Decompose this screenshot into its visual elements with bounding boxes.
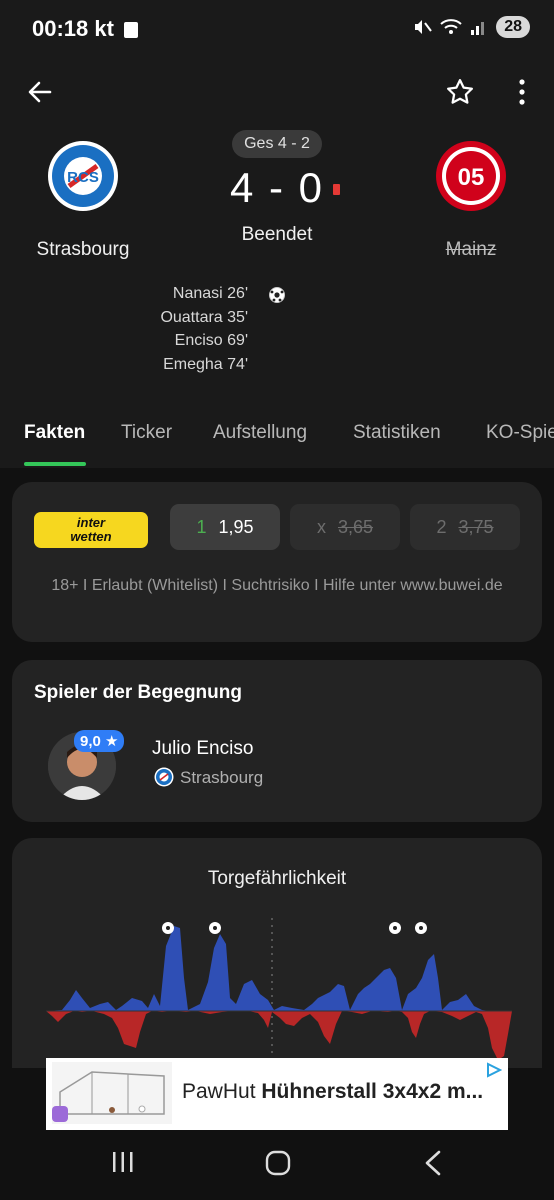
scorer-item: Emegha 74' (163, 355, 248, 373)
mute-icon (415, 20, 433, 34)
player-of-match-card[interactable]: Spieler der Begegnung 9,0 ★ Julio Enciso… (12, 660, 542, 822)
away-team-name: Mainz (445, 239, 497, 260)
player-name: Julio Enciso (152, 738, 254, 759)
gambling-disclaimer: 18+ I Erlaubt (Whitelist) I Suchtrisiko … (51, 577, 503, 594)
signal-icon (471, 22, 485, 35)
star-icon: ★ (105, 733, 119, 750)
aggregate-score: Ges 4 - 2 (232, 130, 322, 158)
tab-statistiken[interactable]: Statistiken (353, 422, 441, 444)
tab-bar: Fakten Ticker Aufstellung Statistiken KO… (0, 410, 554, 468)
ad-text: PawHut Hühnerstall 3x4x2 m... (182, 1080, 484, 1103)
strasbourg-mini-logo-icon (154, 767, 174, 787)
red-card-icon (333, 184, 340, 195)
status-bar: 00:18 kt 28 (0, 0, 554, 60)
score-center: Ges 4 - 2 4 - 0 Beendet (177, 130, 377, 246)
rating-badge: 9,0 ★ (74, 730, 125, 752)
notification-check-icon (124, 22, 139, 38)
tab-aufstellung[interactable]: Aufstellung (213, 422, 307, 444)
bookmaker-logo[interactable]: inter wetten (34, 512, 148, 548)
home-team-name: Strasbourg (36, 239, 130, 260)
soccer-ball-icon (269, 287, 285, 303)
more-vertical-icon (519, 79, 525, 105)
scorer-item: Ouattara 35' (160, 308, 248, 326)
tab-ko-spiele[interactable]: KO-Spie (486, 422, 554, 444)
odd-home-button[interactable]: 1 1,95 (170, 504, 280, 550)
status-time: 00:18 kt (32, 16, 139, 42)
danger-chart-title: Torgefährlichkeit (207, 868, 347, 889)
arrow-left-icon (28, 81, 52, 103)
system-nav-bar (0, 1134, 554, 1200)
goal-marker-icon (415, 922, 427, 934)
more-menu-button[interactable] (500, 70, 544, 114)
scorer-item: Nanasi 26' (172, 285, 248, 302)
recent-apps-icon[interactable] (111, 1150, 135, 1174)
potm-title: Spieler der Begegnung (34, 682, 242, 703)
goal-marker-icon (162, 922, 174, 934)
status-icons: 28 (412, 16, 530, 38)
goal-danger-card: Torgefährlichkeit (12, 838, 542, 1068)
svg-text:05: 05 (458, 164, 485, 191)
home-team[interactable]: RCS Strasbourg (8, 140, 158, 261)
strasbourg-logo-icon: RCS (48, 141, 118, 211)
svg-text:RCS: RCS (67, 169, 99, 186)
wifi-icon (440, 19, 462, 34)
match-score: 4 - 0 (177, 164, 377, 212)
top-bar (0, 66, 554, 120)
goal-marker-icon (209, 922, 221, 934)
battery-indicator: 28 (496, 16, 530, 38)
match-status: Beendet (241, 224, 313, 245)
active-tab-indicator (24, 462, 86, 466)
ad-arrow-icon[interactable] (486, 1062, 502, 1078)
star-outline-icon (447, 79, 473, 104)
back-button[interactable] (18, 70, 62, 114)
danger-chart (46, 918, 512, 1068)
odd-away-button[interactable]: 2 3,75 (410, 504, 520, 550)
player-club: Strasbourg (180, 768, 264, 787)
favorite-button[interactable] (438, 70, 482, 114)
scorer-item: Enciso 69' (174, 332, 248, 349)
odd-draw-button[interactable]: x 3,65 (290, 504, 400, 550)
back-nav-icon[interactable] (423, 1150, 443, 1176)
chicken-coop-image (52, 1062, 172, 1124)
tab-fakten[interactable]: Fakten (24, 422, 85, 444)
home-scorers: Nanasi 26' Ouattara 35' Enciso 69' Emegh… (100, 282, 248, 376)
tab-ticker[interactable]: Ticker (121, 422, 172, 444)
ad-banner[interactable]: PawHut Hühnerstall 3x4x2 m... (46, 1058, 508, 1130)
home-icon[interactable] (265, 1150, 291, 1176)
match-header: RCS Strasbourg Ges 4 - 2 4 - 0 Beendet 0… (0, 130, 554, 390)
betting-card: inter wetten 1 1,95 x 3,65 2 3,75 18+ I … (12, 482, 542, 642)
goal-marker-icon (389, 922, 401, 934)
ad-choice-icon[interactable] (52, 1106, 68, 1122)
away-team[interactable]: 05 Mainz (396, 140, 546, 261)
mainz-logo-icon: 05 (436, 141, 506, 211)
